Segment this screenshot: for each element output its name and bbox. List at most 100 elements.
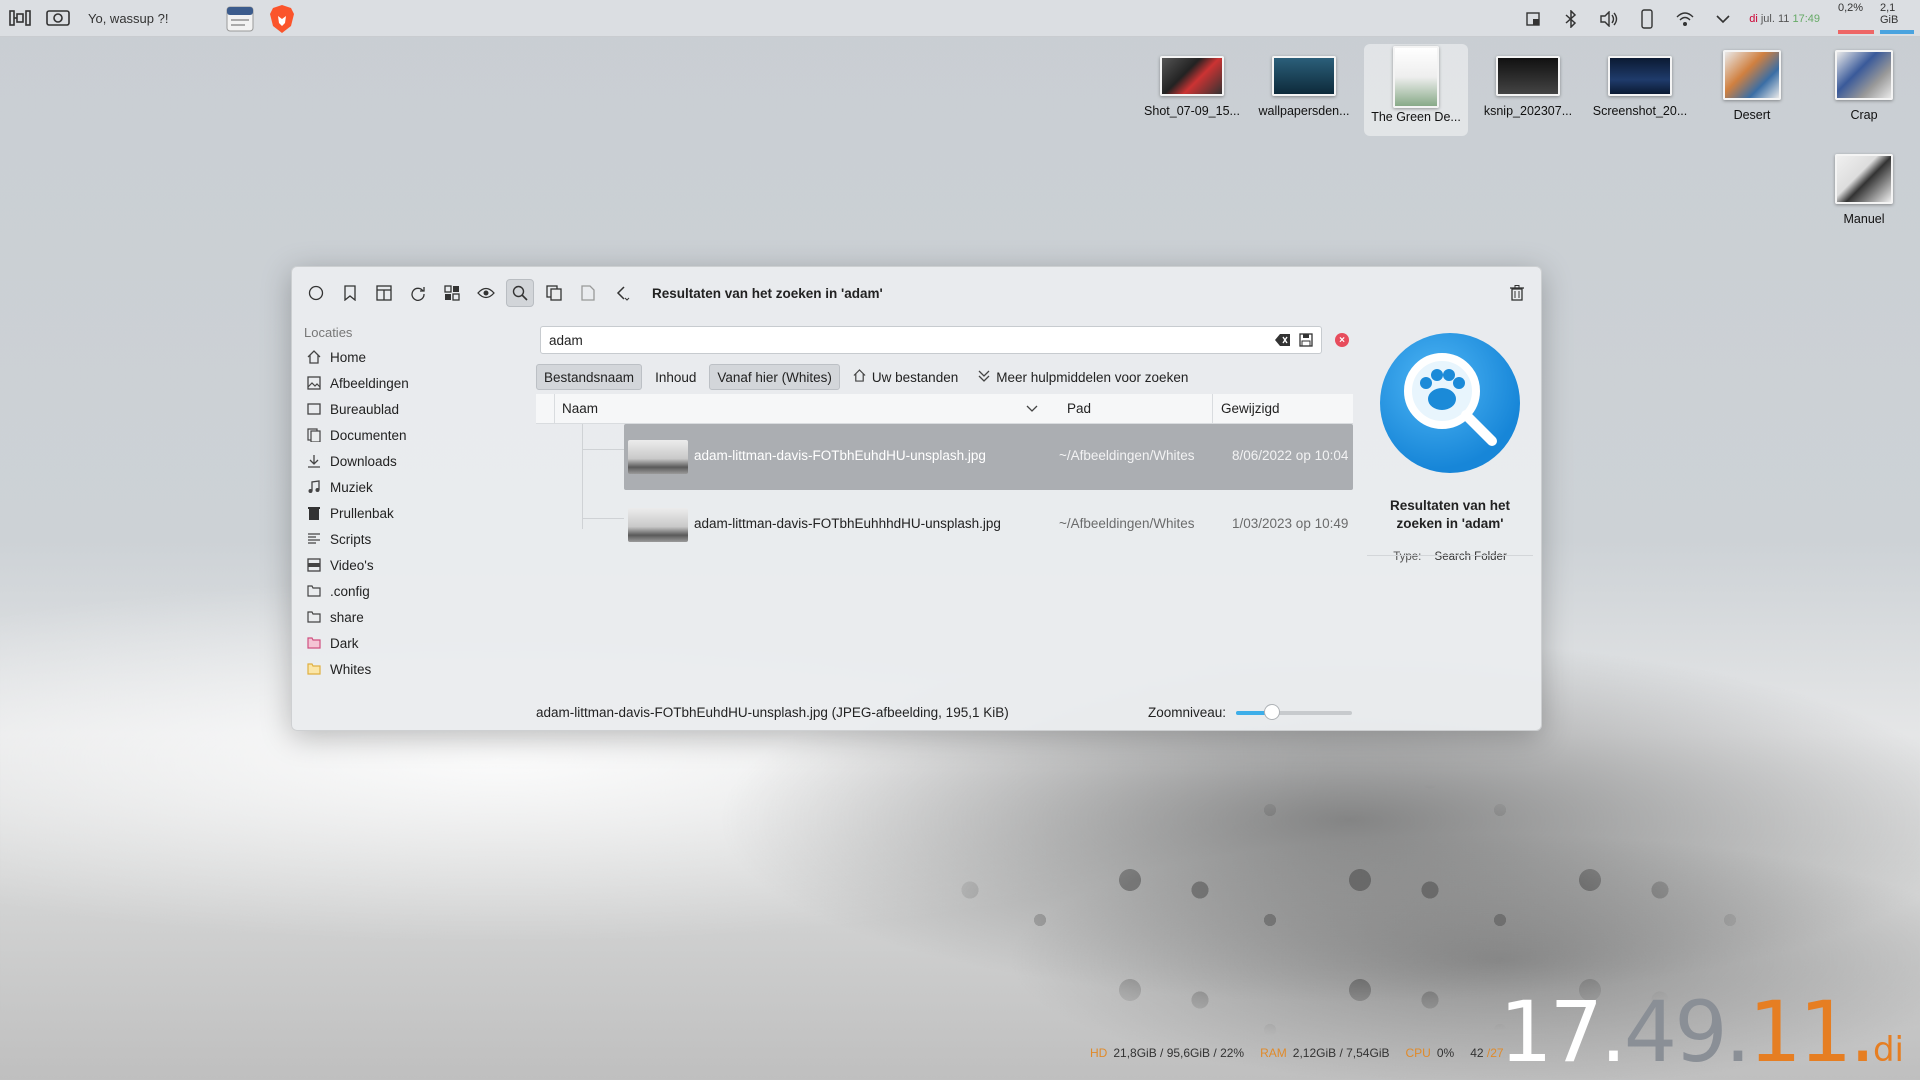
- sidebar-item-label: Home: [330, 349, 367, 365]
- more-search-tools-button[interactable]: Meer hulpmiddelen voor zoeken: [971, 364, 1195, 390]
- home-icon: [306, 349, 322, 365]
- trash-icon[interactable]: [1503, 279, 1531, 307]
- zoom-slider[interactable]: [1236, 703, 1353, 720]
- mem-bar: [1880, 30, 1914, 34]
- file-thumbnail: [628, 508, 688, 542]
- sidebar-item-documents[interactable]: Documenten: [302, 422, 512, 448]
- wifi-icon[interactable]: [1673, 7, 1697, 31]
- scripts-icon: [306, 531, 322, 547]
- sort-chevron-down-icon[interactable]: [1026, 401, 1038, 416]
- file-modified: 8/06/2022 op 10:04: [1232, 448, 1349, 463]
- brave-browser-icon[interactable]: [268, 4, 296, 34]
- volume-icon[interactable]: [1597, 7, 1621, 31]
- filter-content-button[interactable]: Inhoud: [648, 364, 703, 390]
- file-modified: 1/03/2023 op 10:49: [1232, 516, 1349, 531]
- desktop-icon-crap[interactable]: Crap: [1812, 50, 1916, 122]
- sidebar-item-label: Scripts: [330, 531, 372, 547]
- clear-search-icon[interactable]: [1275, 333, 1291, 350]
- desktop-icon-wallpapersden[interactable]: wallpapersden...: [1252, 56, 1356, 118]
- save-search-icon[interactable]: [1299, 333, 1313, 350]
- list-header: Naam Pad Gewijzigd: [536, 393, 1353, 424]
- sidebar-item-config[interactable]: .config: [302, 578, 512, 604]
- copy-icon[interactable]: [540, 279, 568, 307]
- desktop-icon-label: Shot_07-09_15...: [1144, 104, 1240, 118]
- phone-icon[interactable]: [1635, 7, 1659, 31]
- sidebar-item-label: Documenten: [330, 427, 407, 443]
- chevron-down-icon[interactable]: [1711, 7, 1735, 31]
- clock-hour: 17.: [1499, 983, 1627, 1080]
- sidebar-item-share[interactable]: share: [302, 604, 512, 630]
- file-manager-window: Resultaten van het zoeken in 'adam' Loca…: [291, 266, 1542, 731]
- desktop-icon-ksnip[interactable]: ksnip_202307...: [1476, 56, 1580, 118]
- close-search-button[interactable]: ×: [1335, 333, 1349, 347]
- desktop-icon-the-green[interactable]: The Green De...: [1364, 44, 1468, 136]
- column-header-path[interactable]: Pad: [1059, 401, 1091, 416]
- sidebar-item-scripts[interactable]: Scripts: [302, 526, 512, 552]
- search-input[interactable]: adam: [540, 326, 1322, 354]
- panel-clock[interactable]: di jul. 11 17:49: [1749, 13, 1820, 25]
- filter-from-here-button[interactable]: Vanaf hier (Whites): [709, 364, 840, 390]
- circle-menu-icon[interactable]: [302, 279, 330, 307]
- paste-icon[interactable]: [574, 279, 602, 307]
- sidebar-item-home[interactable]: Home: [302, 344, 512, 370]
- panel-left-icons: [8, 6, 70, 30]
- ram-stat: RAM 2,12GiB / 7,54GiB: [1260, 1046, 1389, 1060]
- files-app-icon[interactable]: [226, 4, 254, 34]
- ram-label: RAM: [1260, 1046, 1287, 1060]
- cpu-stat: CPU 0%: [1406, 1046, 1455, 1060]
- sidebar-item-pictures[interactable]: Afbeeldingen: [302, 370, 512, 396]
- search-icon[interactable]: [506, 279, 534, 307]
- column-header-name[interactable]: Naam: [562, 401, 598, 416]
- screenshot-icon[interactable]: [46, 6, 70, 30]
- sidebar-item-downloads[interactable]: Downloads: [302, 448, 512, 474]
- thumbnail: [1393, 46, 1439, 108]
- bookmark-icon[interactable]: [336, 279, 364, 307]
- filter-your-files-button[interactable]: Uw bestanden: [846, 364, 965, 390]
- desktop-icon-manuel[interactable]: Manuel: [1812, 154, 1916, 226]
- cpu-bar: [1838, 30, 1874, 34]
- sidebar-item-label: Afbeeldingen: [330, 375, 409, 391]
- bluetooth-icon[interactable]: [1559, 7, 1583, 31]
- zoom-slider-handle[interactable]: [1264, 703, 1281, 720]
- thumbnail: [1160, 56, 1224, 96]
- ram-value: 2,12GiB / 7,54GiB: [1292, 1046, 1390, 1060]
- column-header-modified[interactable]: Gewijzigd: [1212, 393, 1280, 424]
- desktop-clock: 17.49.11.di: [1499, 990, 1904, 1080]
- system-tray: di jul. 11 17:49 0,2% 2,1 GiB: [1521, 0, 1920, 37]
- table-row[interactable]: adam-littman-davis-FOTbhEuhdHU-unsplash.…: [624, 424, 1353, 490]
- sidebar-item-videos[interactable]: Video's: [302, 552, 512, 578]
- search-results-list: Naam Pad Gewijzigd adam-littman-davis-FO…: [536, 393, 1353, 694]
- window-list-icon[interactable]: [8, 6, 32, 30]
- trash-icon: [306, 505, 322, 521]
- cpu-label: CPU: [1405, 1046, 1431, 1060]
- filter-filename-button[interactable]: Bestandsnaam: [536, 364, 643, 390]
- folder-icon: [306, 609, 322, 625]
- desktop-icon-label: ksnip_202307...: [1483, 104, 1573, 118]
- desktop-icon-desert[interactable]: Desert: [1700, 50, 1804, 122]
- file-name: adam-littman-davis-FOTbhEuhhhdHU-unsplas…: [694, 516, 1001, 531]
- sidebar-item-dark[interactable]: Dark: [302, 630, 512, 656]
- table-row[interactable]: adam-littman-davis-FOTbhEuhhhdHU-unsplas…: [624, 492, 1353, 558]
- split-view-icon[interactable]: [370, 279, 398, 307]
- hd-value: 21,8GiB / 95,6GiB / 22%: [1113, 1046, 1245, 1060]
- sidebar-item-trash[interactable]: Prullenbak: [302, 500, 512, 526]
- top-panel: Yo, wassup ?! di jul. 11 17:49 0,2% 2,1 …: [0, 0, 1920, 37]
- sidebar-item-desktop[interactable]: Bureaublad: [302, 396, 512, 422]
- status-bar-text: adam-littman-davis-FOTbhEuhdHU-unsplash.…: [536, 705, 1009, 720]
- clipboard-icon[interactable]: [1521, 7, 1545, 31]
- desktop-icon-shot[interactable]: Shot_07-09_15...: [1140, 56, 1244, 118]
- places-header: Locaties: [304, 325, 353, 340]
- system-load-monitor: 0,2% 2,1 GiB: [1834, 0, 1916, 37]
- preview-eye-icon[interactable]: [472, 279, 500, 307]
- back-icon[interactable]: [608, 279, 636, 307]
- refresh-icon[interactable]: [404, 279, 432, 307]
- sidebar-item-label: Bureaublad: [330, 401, 400, 417]
- desktop-icon-screenshot[interactable]: Screenshot_20...: [1588, 56, 1692, 118]
- panel-title: Yo, wassup ?!: [88, 11, 169, 26]
- sidebar-item-whites[interactable]: Whites: [302, 656, 512, 682]
- desktop-icon: [306, 401, 322, 417]
- sidebar-item-music[interactable]: Muziek: [302, 474, 512, 500]
- view-mode-icon[interactable]: [438, 279, 466, 307]
- toolbar: [302, 277, 636, 309]
- sidebar-item-label: Video's: [330, 557, 374, 573]
